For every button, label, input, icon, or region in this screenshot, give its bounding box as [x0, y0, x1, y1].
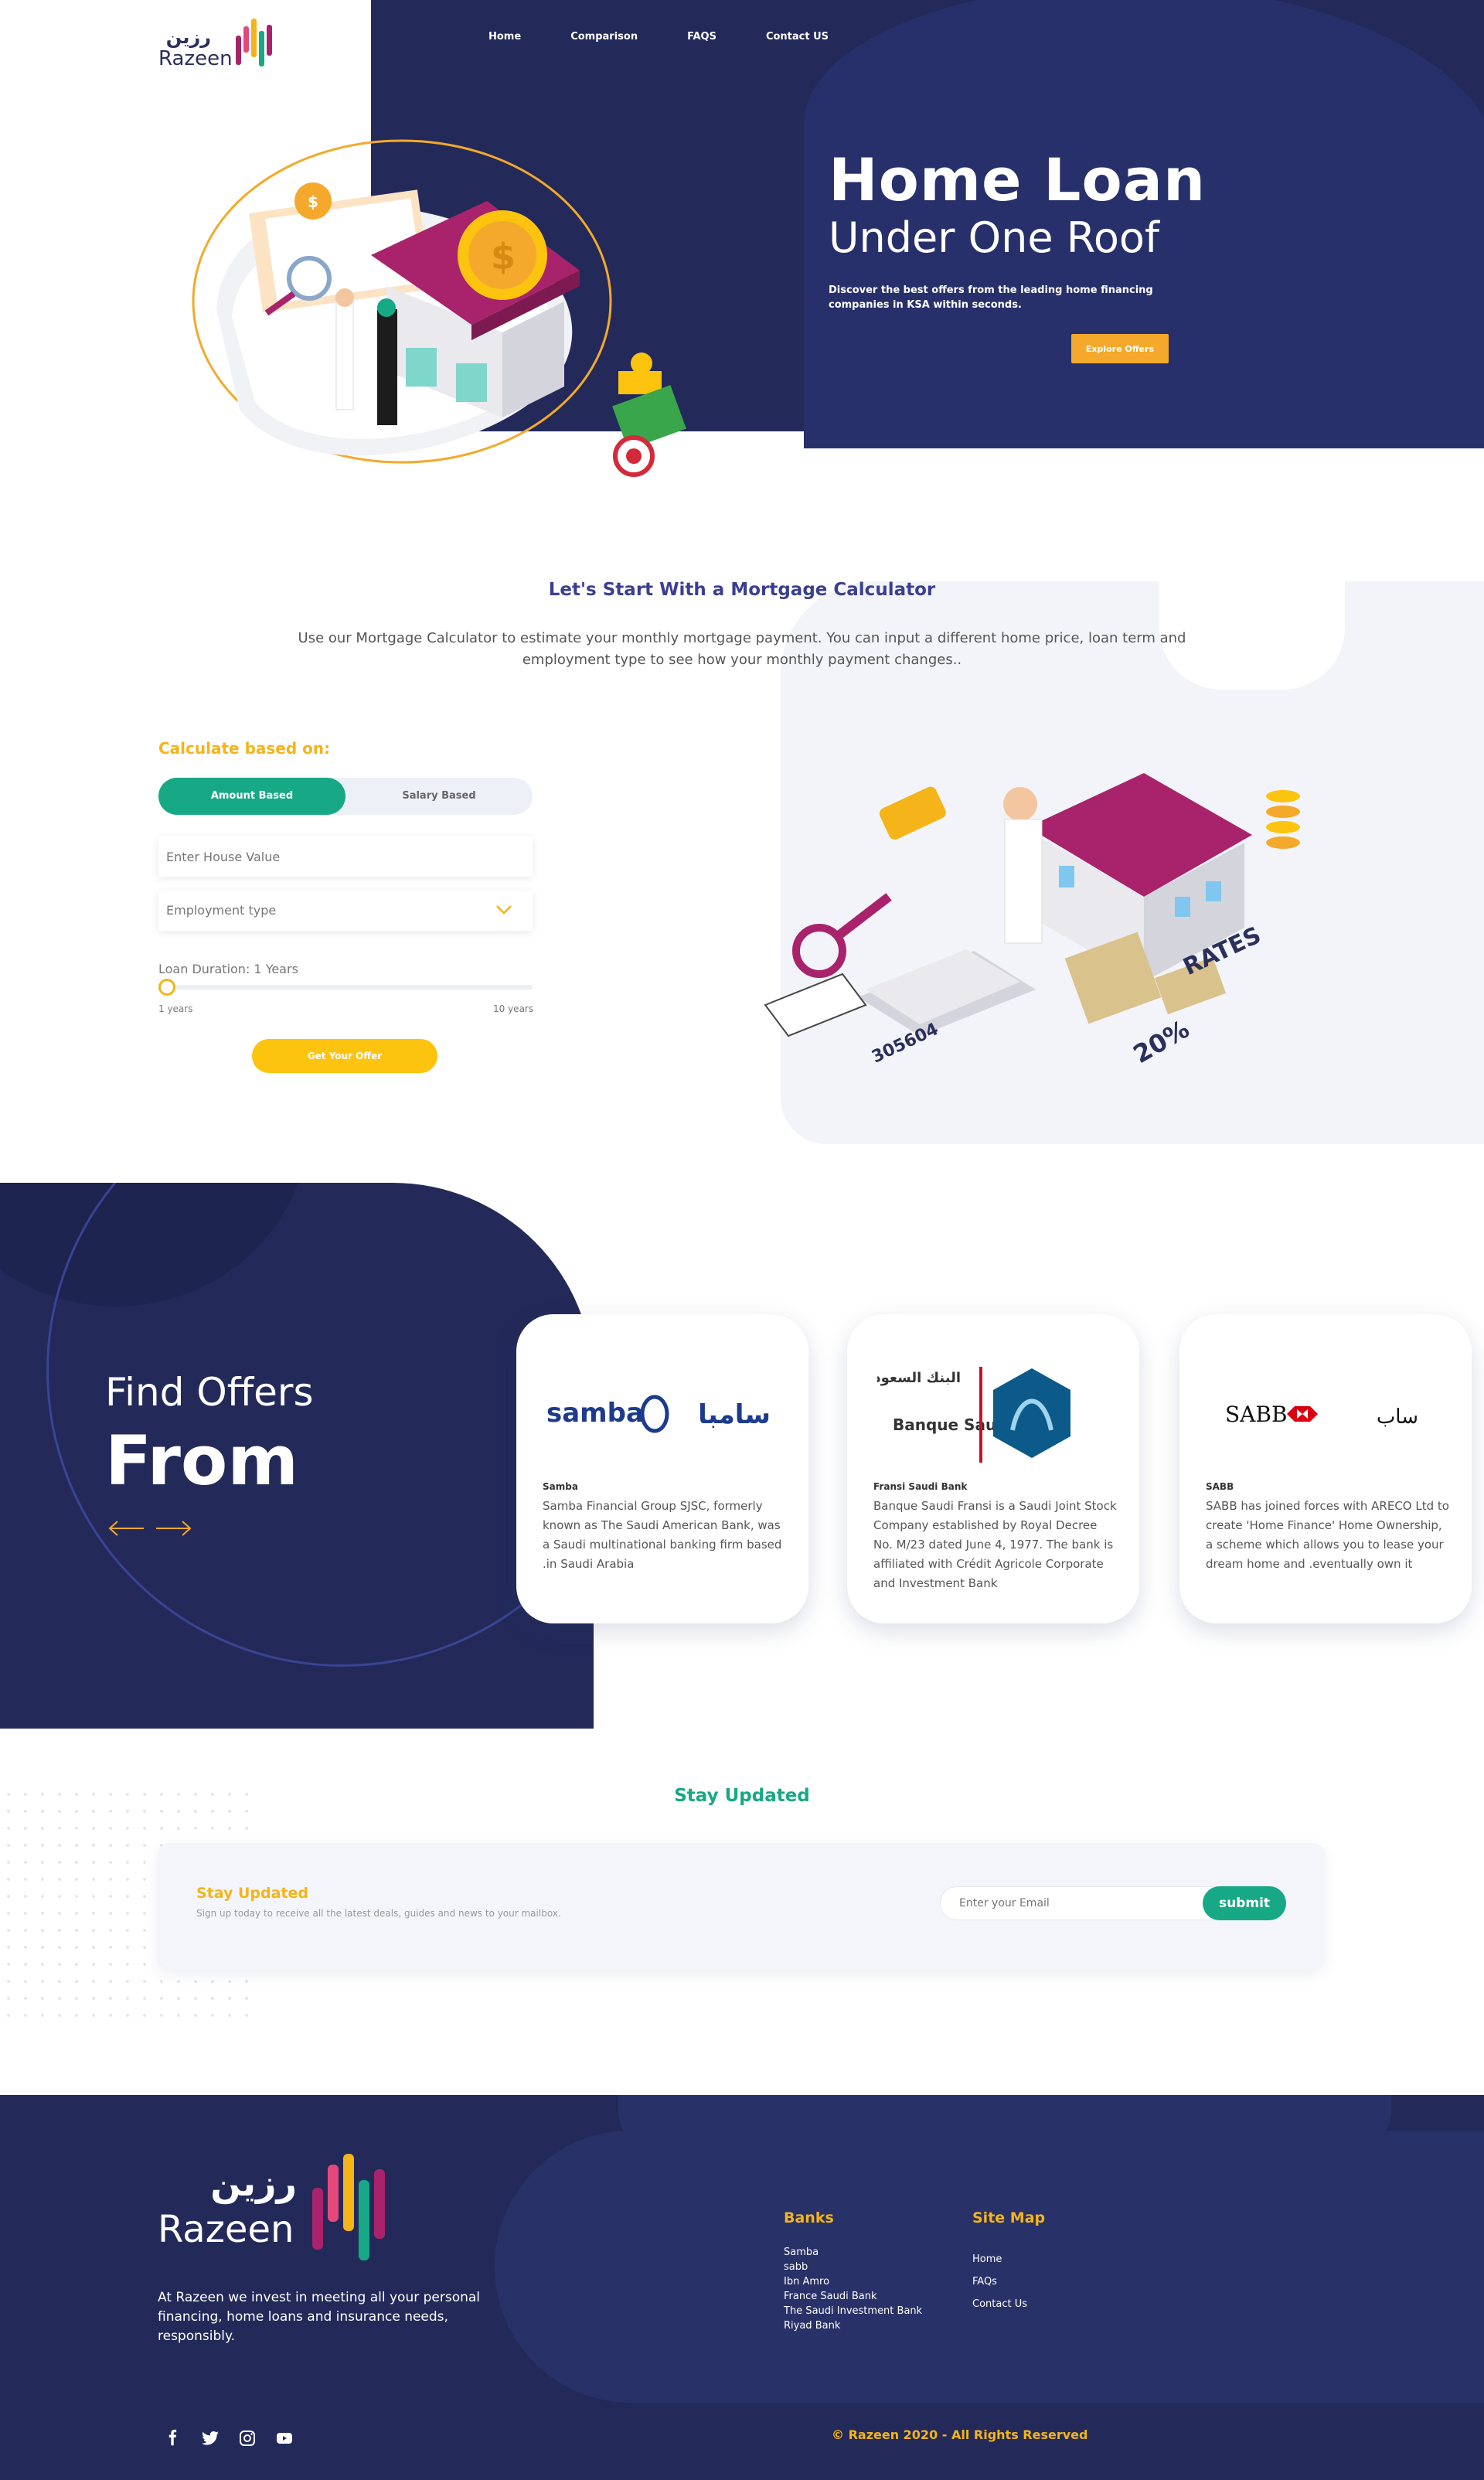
- bank-card-fransi[interactable]: البنك السعودي الفرنسي Banque Saudi Frans…: [847, 1314, 1139, 1623]
- fransi-logo-graphic: البنك السعودي الفرنسي Banque Saudi Frans…: [877, 1367, 1071, 1463]
- footer-sitemap-link[interactable]: Contact Us: [972, 2293, 1027, 2315]
- amount-based-tab[interactable]: Amount Based: [158, 778, 345, 815]
- svg-text:البنك السعودي الفرنسي: البنك السعودي الفرنسي: [877, 1370, 961, 1386]
- svg-text:$: $: [491, 236, 516, 278]
- salary-based-tab[interactable]: Salary Based: [345, 778, 533, 815]
- svg-text:305604: 305604: [869, 1020, 941, 1067]
- newsletter-title: Stay Updated: [196, 1885, 309, 1902]
- offers-title-line2: From: [105, 1421, 299, 1501]
- sabb-logo: SABB ساب: [1195, 1345, 1456, 1484]
- instagram-icon[interactable]: [238, 2429, 257, 2448]
- bank-card-samba[interactable]: samba سامبا Samba Samba Financial Group …: [516, 1314, 808, 1623]
- brand-logo-graphic: رزين Razeen: [158, 19, 272, 70]
- submit-button[interactable]: submit: [1203, 1886, 1286, 1920]
- hero-subtitle: Under One Roof: [829, 213, 1159, 262]
- facebook-icon[interactable]: [164, 2429, 182, 2448]
- slider-max-label: 10 years: [493, 1003, 534, 1014]
- bank-description: SABB has joined forces with ARECO Ltd to…: [1206, 1499, 1449, 1571]
- slider-min-label: 1 years: [158, 1003, 193, 1014]
- twitter-icon[interactable]: [201, 2429, 220, 2448]
- footer-bank-link[interactable]: Ibn Amro: [784, 2274, 922, 2289]
- footer-bank-link[interactable]: France Saudi Bank: [784, 2289, 922, 2304]
- stay-updated-title: Stay Updated: [674, 1786, 810, 1806]
- svg-text:ساب: ساب: [1377, 1405, 1418, 1429]
- bank-name: Samba: [543, 1481, 578, 1492]
- svg-text:رزين: رزين: [210, 2162, 297, 2204]
- newsletter-text: Sign up today to receive all the latest …: [196, 1908, 561, 1919]
- coin-stack-icon: [1266, 790, 1300, 849]
- copyright-text: © Razeen 2020 - All Rights Reserved: [832, 2427, 1088, 2442]
- chevron-down-icon[interactable]: [495, 901, 513, 919]
- hero-illustration: $ $: [192, 139, 686, 477]
- bank-card-sabb[interactable]: SABB ساب SABB SABB has joined forces wit…: [1179, 1314, 1472, 1623]
- footer-banks-title: Banks: [784, 2209, 834, 2226]
- footer-about-text: At Razeen we invest in meeting all your …: [158, 2290, 481, 2344]
- calculate-based-label: Calculate based on:: [158, 739, 331, 758]
- svg-text:20%: 20%: [1128, 1014, 1194, 1069]
- nav-home[interactable]: Home: [488, 31, 521, 43]
- footer-sitemap-title: Site Map: [972, 2209, 1046, 2226]
- svg-text:$: $: [308, 192, 318, 211]
- hero-title: Home Loan: [829, 145, 1207, 214]
- sabb-logo-graphic: SABB ساب: [1225, 1402, 1418, 1429]
- footer-bank-link[interactable]: The Saudi Investment Bank: [784, 2304, 922, 2318]
- footer-banks-list: Samba sabb Ibn Amro France Saudi Bank Th…: [784, 2245, 922, 2333]
- bank-description: Samba Financial Group SJSC, formerly kno…: [543, 1499, 782, 1571]
- employment-type-select[interactable]: Employment type: [158, 891, 533, 931]
- calculator-illustration: RATES 20% 305604: [764, 773, 1300, 1069]
- svg-text:Razeen: Razeen: [158, 2208, 294, 2251]
- hero-description: Discover the best offers from the leadin…: [829, 284, 1153, 311]
- samba-logo-graphic: samba سامبا: [546, 1395, 771, 1433]
- footer-logo[interactable]: رزين Razeen: [158, 2149, 397, 2273]
- bank-description: Banque Saudi Fransi is a Saudi Joint Sto…: [873, 1499, 1117, 1590]
- footer-bank-link[interactable]: Samba: [784, 2245, 922, 2260]
- footer-sitemap-list: Home FAQs Contact Us: [972, 2248, 1027, 2315]
- loan-duration-slider-track[interactable]: [158, 985, 533, 990]
- nav-comparison[interactable]: Comparison: [570, 31, 638, 43]
- footer-bank-link[interactable]: sabb: [784, 2260, 922, 2274]
- footer-logo-graphic: رزين Razeen: [158, 2154, 385, 2260]
- calculator-title: Let's Start With a Mortgage Calculator: [548, 580, 936, 600]
- brand-name-ar: رزين: [166, 26, 211, 48]
- nav-contact[interactable]: Contact US: [766, 31, 829, 43]
- svg-text:SABB: SABB: [1225, 1402, 1288, 1427]
- calculator-description: Use our Mortgage Calculator to estimate …: [298, 630, 1186, 668]
- offers-title-line1: Find Offers: [105, 1370, 314, 1415]
- house-value-input[interactable]: [158, 836, 533, 877]
- arrow-right-icon[interactable]: [155, 1520, 192, 1537]
- bank-name: SABB: [1206, 1481, 1234, 1492]
- footer-bank-link[interactable]: Riyad Bank: [784, 2318, 922, 2333]
- brand-name-en: Razeen: [158, 47, 233, 70]
- loan-duration-label: Loan Duration: 1 Years: [158, 962, 298, 976]
- social-links: [164, 2429, 294, 2448]
- footer-sitemap-link[interactable]: Home: [972, 2248, 1027, 2270]
- svg-text:سامبا: سامبا: [698, 1399, 771, 1430]
- loan-duration-slider-thumb[interactable]: [158, 979, 175, 996]
- explore-offers-button[interactable]: Explore Offers: [1071, 334, 1169, 363]
- get-your-offer-button[interactable]: Get Your Offer: [252, 1039, 437, 1073]
- youtube-icon[interactable]: [275, 2429, 294, 2448]
- samba-logo: samba سامبا: [532, 1345, 793, 1484]
- fransi-logo: البنك السعودي الفرنسي Banque Saudi Frans…: [863, 1345, 1124, 1484]
- nav-faqs[interactable]: FAQS: [687, 31, 716, 43]
- svg-text:samba: samba: [546, 1398, 644, 1429]
- bank-name: Fransi Saudi Bank: [873, 1481, 968, 1492]
- main-nav: Home Comparison FAQS Contact US: [488, 31, 829, 43]
- footer-sitemap-link[interactable]: FAQs: [972, 2270, 1027, 2293]
- brand-logo[interactable]: رزين Razeen: [158, 15, 282, 77]
- arrow-left-icon[interactable]: [108, 1520, 145, 1537]
